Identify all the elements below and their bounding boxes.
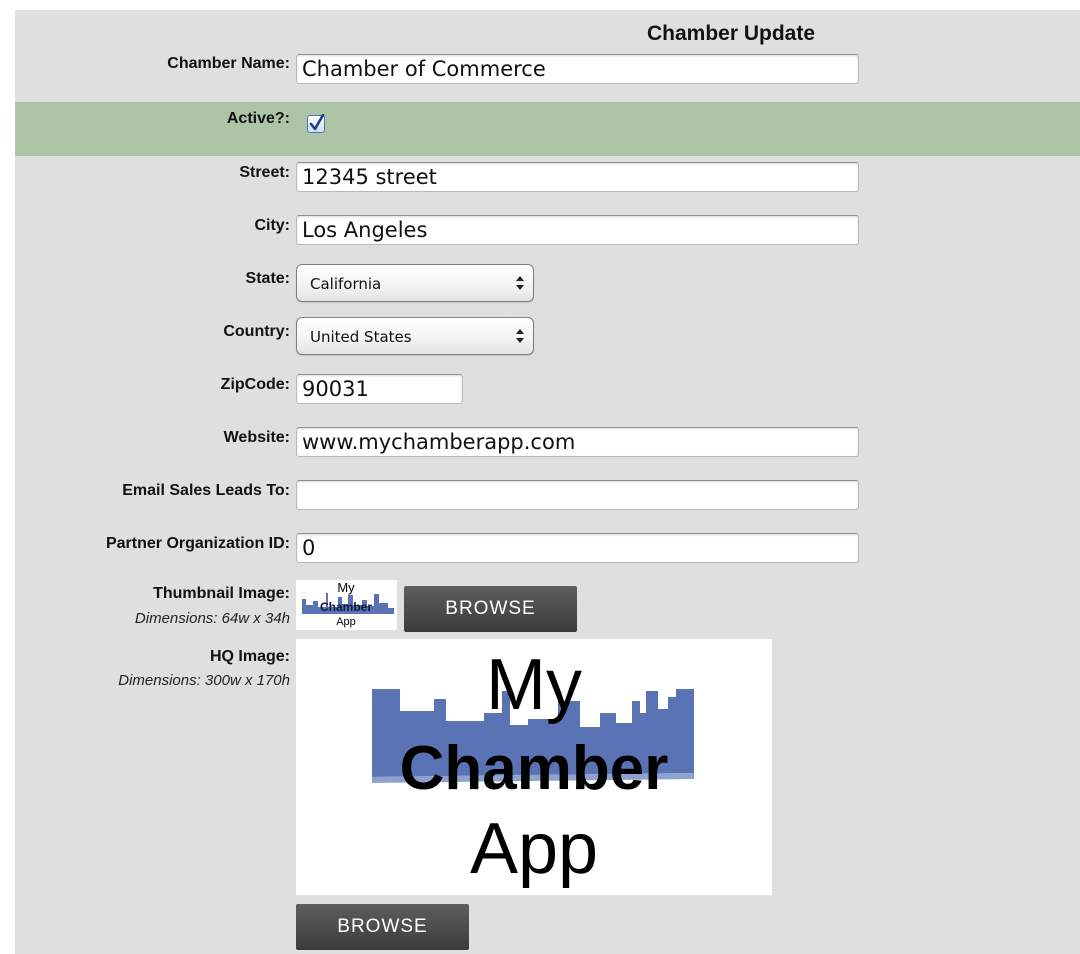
chamber-update-form: Chamber Update Chamber Name: Chamber of …: [15, 10, 1080, 954]
website-label: Website:: [223, 429, 290, 446]
country-select-value: United States: [310, 328, 412, 346]
svg-text:My: My: [337, 580, 355, 595]
svg-text:App: App: [336, 616, 356, 628]
chamber-name-label: Chamber Name:: [167, 55, 290, 72]
thumbnail-dimensions: Dimensions: 64w x 34h: [134, 610, 290, 627]
country-label: Country:: [223, 323, 290, 340]
thumbnail-image: My Chamber App: [296, 580, 397, 630]
hq-image: My Chamber App: [296, 639, 772, 895]
website-input[interactable]: www.mychamberapp.com: [296, 427, 859, 457]
partner-org-id-input[interactable]: 0: [296, 533, 859, 563]
up-down-arrows-icon: [516, 329, 524, 343]
state-select[interactable]: California: [296, 264, 534, 302]
email-sales-leads-label: Email Sales Leads To:: [122, 482, 290, 499]
city-label: City:: [254, 217, 290, 234]
svg-text:Chamber: Chamber: [400, 734, 669, 803]
svg-text:Chamber: Chamber: [320, 600, 372, 614]
partner-org-id-label: Partner Organization ID:: [105, 535, 290, 552]
street-input[interactable]: 12345 street: [296, 162, 859, 192]
hq-image-label: HQ Image:: [209, 648, 290, 665]
email-sales-leads-input[interactable]: [296, 480, 859, 510]
thumbnail-image-label: Thumbnail Image:: [153, 585, 290, 602]
form-title: Chamber Update: [647, 22, 816, 45]
svg-text:My: My: [486, 645, 582, 725]
state-label: State:: [245, 270, 290, 287]
street-label: Street:: [239, 164, 290, 181]
active-checkbox[interactable]: [307, 114, 325, 133]
city-input[interactable]: Los Angeles: [296, 215, 859, 245]
active-label: Active?:: [226, 110, 290, 127]
hq-image-dimensions: Dimensions: 300w x 170h: [118, 672, 290, 689]
country-select[interactable]: United States: [296, 317, 534, 355]
active-row: [15, 102, 1080, 156]
svg-text:App: App: [470, 809, 598, 889]
up-down-arrows-icon: [516, 276, 524, 290]
check-icon: [309, 114, 325, 131]
zipcode-label: ZipCode:: [220, 376, 290, 393]
chamber-name-input[interactable]: Chamber of Commerce: [296, 54, 859, 84]
hq-image-browse-button[interactable]: BROWSE: [296, 904, 469, 950]
state-select-value: California: [310, 275, 382, 293]
zipcode-input[interactable]: 90031: [296, 374, 463, 404]
thumbnail-browse-button[interactable]: BROWSE: [404, 586, 577, 632]
